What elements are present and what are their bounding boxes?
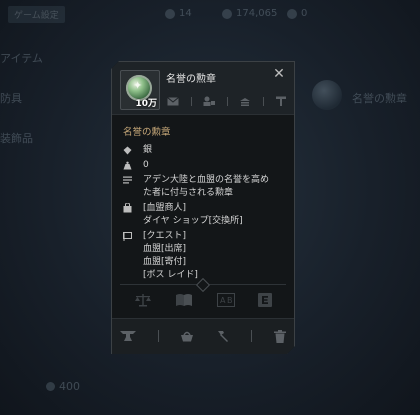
function-icons: AB (122, 292, 284, 308)
description-line: た者に付与される勲章 (143, 188, 234, 198)
background-tab: ゲーム設定 (8, 6, 65, 23)
source-flag-icon (123, 230, 143, 242)
background-label-3: 装飾品 (0, 132, 33, 145)
header-action-icons (166, 95, 288, 107)
popup-header: ✦ 10万 名誉の勲章 ✕ (112, 62, 294, 115)
description-icon (123, 174, 143, 186)
anvil-icon[interactable] (120, 330, 136, 342)
shop-line: ダイヤ ショップ[交換所] (143, 216, 243, 226)
grade-icon (123, 144, 143, 156)
grade-value: 銀 (143, 145, 153, 155)
weight-row: 0 (123, 159, 283, 172)
background-bottom-value: 400 (46, 380, 80, 393)
basket-icon[interactable] (180, 330, 194, 342)
source-line: 血盟[寄付] (143, 257, 187, 267)
forge-icon[interactable] (274, 96, 288, 106)
weight-value: 0 (143, 160, 149, 170)
source-line: [クエスト] (143, 231, 187, 241)
background-item-label: 名誉の勲章 (352, 92, 407, 105)
shop-line: [血盟商人] (143, 203, 187, 213)
medal-star-icon: ✦ (133, 79, 143, 92)
source-row: [クエスト] 血盟[出席] 血盟[寄付] [ボス レイド] (123, 230, 283, 282)
grade-row: 銀 (123, 144, 283, 157)
svg-text:A: A (220, 296, 226, 305)
scales-icon[interactable] (134, 293, 152, 307)
trash-icon[interactable] (274, 330, 286, 343)
item-details: 名誉の勲章 銀 0 アデン大陸と血盟の名誉を高め た者に付与される勲章 [血盟商… (123, 124, 283, 284)
background-stat-3: 0 (287, 8, 307, 19)
background-stat-2: 174,065 (222, 8, 277, 19)
hammer-icon[interactable] (216, 330, 230, 342)
action-bar (112, 318, 294, 354)
book-icon[interactable] (175, 293, 193, 307)
popup-title: 名誉の勲章 (166, 74, 216, 85)
svg-text:B: B (227, 296, 233, 305)
background-label-2: 防具 (0, 92, 22, 105)
source-line: 血盟[出席] (143, 244, 187, 254)
background-item-icon (312, 80, 342, 110)
item-name: 名誉の勲章 (123, 127, 171, 138)
equip-e-icon[interactable] (258, 293, 272, 307)
mail-icon[interactable] (166, 96, 180, 106)
weight-icon (123, 159, 143, 171)
item-tooltip-popup: ✦ 10万 名誉の勲章 ✕ 名誉の勲章 銀 0 アデン大陸と血盟の名誉を高め た… (111, 61, 295, 354)
background-stat-1: 14 (165, 8, 192, 19)
user-lock-icon[interactable] (202, 96, 216, 106)
description-line: アデン大陸と血盟の名誉を高め (143, 175, 270, 185)
background-label-1: アイテム (0, 52, 43, 65)
close-icon[interactable]: ✕ (272, 67, 286, 81)
source-line: [ボス レイド] (143, 270, 198, 280)
item-icon-frame: ✦ 10万 (120, 70, 160, 110)
item-quantity: 10万 (135, 99, 157, 109)
compare-icon[interactable]: AB (217, 293, 235, 307)
shop-row: [血盟商人] ダイヤ ショップ[交換所] (123, 202, 283, 228)
shop-bag-icon (123, 202, 143, 214)
description-row: アデン大陸と血盟の名誉を高め た者に付与される勲章 (123, 174, 283, 200)
storage-icon[interactable] (238, 96, 252, 106)
